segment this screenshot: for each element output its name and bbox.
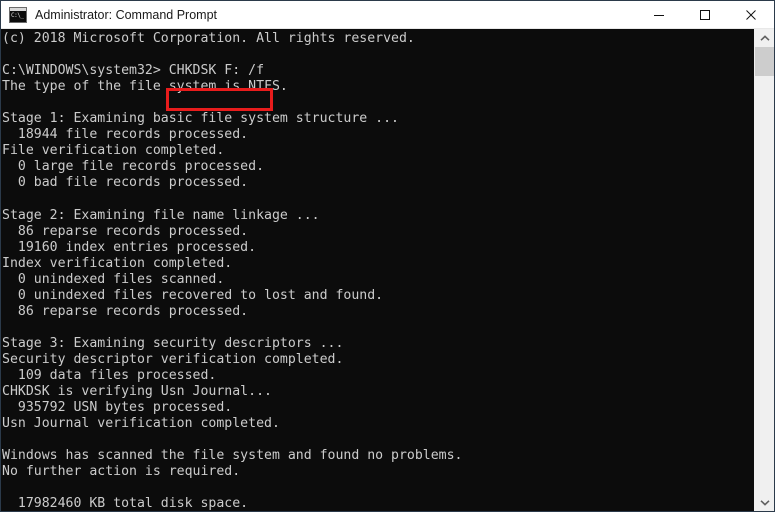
console-line: Security descriptor verification complet… <box>2 351 344 367</box>
console-line: Stage 1: Examining basic file system str… <box>2 111 399 127</box>
console-line: (c) 2018 Microsoft Corporation. All righ… <box>2 31 415 46</box>
console-text: (c) 2018 Microsoft Corporation. All righ… <box>2 31 463 511</box>
command-prompt-icon: C:\_ <box>9 6 27 23</box>
console-line: 0 bad file records processed. <box>2 175 249 191</box>
scroll-down-button[interactable] <box>755 493 774 511</box>
scrollbar-thumb[interactable] <box>755 47 774 76</box>
console-line: 86 reparse records processed. <box>2 223 249 239</box>
console-line: The type of the file system is NTFS. <box>2 79 288 95</box>
console-line: 86 reparse records processed. <box>2 303 249 319</box>
console-line: Index verification completed. <box>2 255 233 271</box>
vertical-scrollbar[interactable] <box>754 29 774 511</box>
console-line: 0 unindexed files scanned. <box>2 271 225 287</box>
maximize-button[interactable] <box>682 1 728 28</box>
console-line: 0 large file records processed. <box>2 159 265 175</box>
close-icon <box>745 9 757 21</box>
console-line: Windows has scanned the file system and … <box>2 448 463 464</box>
close-button[interactable] <box>728 1 774 28</box>
console-line: Usn Journal verification completed. <box>2 416 280 432</box>
maximize-icon <box>699 9 711 21</box>
command-prompt-icon-titlebar <box>10 7 26 11</box>
console-line: Stage 2: Examining file name linkage ... <box>2 207 320 223</box>
console-line: 935792 USN bytes processed. <box>2 400 233 416</box>
title-bar[interactable]: C:\_ Administrator: Command Prompt <box>1 1 774 29</box>
console-line: 109 data files processed. <box>2 367 217 383</box>
console-line: No further action is required. <box>2 464 241 480</box>
minimize-button[interactable] <box>636 1 682 28</box>
window-title: Administrator: Command Prompt <box>35 7 218 22</box>
scroll-down-icon <box>760 499 770 506</box>
console-line: 0 unindexed files recovered to lost and … <box>2 287 384 303</box>
command-prompt-icon-glyph: C:\_ <box>11 11 24 19</box>
console-line: File verification completed. <box>2 143 225 159</box>
console-line: CHKDSK is verifying Usn Journal... <box>2 384 272 400</box>
scrollbar-track[interactable] <box>755 47 774 493</box>
command-prompt-window: C:\_ Administrator: Command Prompt (c) 2… <box>0 0 775 512</box>
console-line: C:\WINDOWS\system32> CHKDSK F: /f <box>2 63 265 79</box>
scroll-up-button[interactable] <box>755 29 774 47</box>
scroll-up-icon <box>760 34 770 42</box>
console-output-area[interactable]: (c) 2018 Microsoft Corporation. All righ… <box>1 29 754 511</box>
minimize-icon <box>653 9 665 21</box>
console-line: 18944 file records processed. <box>2 127 249 143</box>
console-line: Stage 3: Examining security descriptors … <box>2 335 344 351</box>
console-line: 17982460 KB total disk space. <box>2 496 249 511</box>
console-line: 19160 index entries processed. <box>2 239 257 255</box>
